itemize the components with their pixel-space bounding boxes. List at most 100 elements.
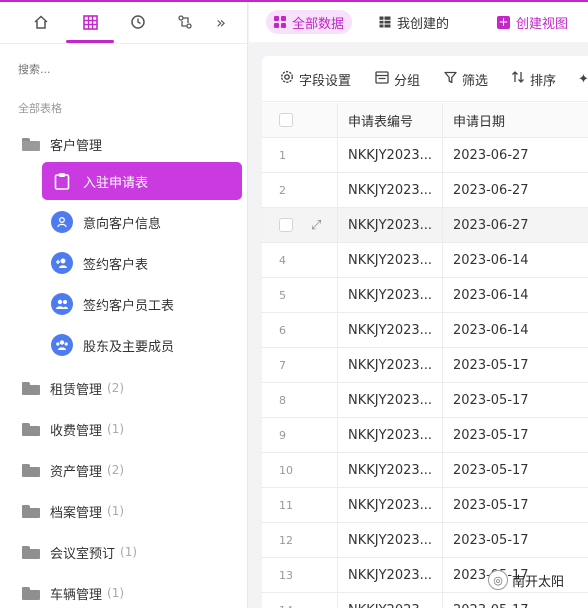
group-leasing-management[interactable]: 租赁管理 (2) xyxy=(22,377,124,399)
apps-grid-icon[interactable] xyxy=(77,10,103,34)
select-all-checkbox[interactable] xyxy=(279,113,293,127)
group-billing-management[interactable]: 收费管理 (1) xyxy=(22,418,124,440)
cell-date[interactable]: 2023-05-17 xyxy=(443,593,588,608)
row-index-cell[interactable]: 6 xyxy=(262,313,338,347)
row-index-cell[interactable]: ⤢ xyxy=(262,208,338,242)
workflow-icon[interactable] xyxy=(172,10,198,34)
table-row[interactable]: 9 NKKJY2023... 2023-05-17 xyxy=(262,418,588,453)
row-index-cell[interactable]: 2 xyxy=(262,173,338,207)
cell-code[interactable]: NKKJY2023... xyxy=(338,313,443,347)
sidebar-item-prospect-info[interactable]: 意向客户信息 xyxy=(42,203,242,241)
column-header-code[interactable]: 申请表编号 xyxy=(338,103,443,137)
more-tool-icon[interactable]: ✦ xyxy=(578,70,588,88)
table-row[interactable]: 2 NKKJY2023... 2023-06-27 xyxy=(262,173,588,208)
group-asset-management[interactable]: 资产管理 (2) xyxy=(22,459,124,481)
cell-code[interactable]: NKKJY2023... xyxy=(338,383,443,417)
row-checkbox[interactable] xyxy=(279,218,293,232)
table-row[interactable]: 14NKKJY2023...2023-05-17 xyxy=(262,593,588,608)
cell-code[interactable]: NKKJY2023... xyxy=(338,523,443,557)
row-index-cell[interactable]: 7 xyxy=(262,348,338,382)
group-customer-management[interactable]: 客户管理 xyxy=(22,133,102,155)
cell-code[interactable]: NKKJY2023... xyxy=(338,593,443,608)
cell-date[interactable]: 2023-05-17 xyxy=(443,488,588,522)
sidebar-item-settlement-application[interactable]: 入驻申请表 xyxy=(42,162,242,200)
search-input[interactable] xyxy=(18,60,218,78)
cell-code[interactable]: NKKJY2023... xyxy=(338,488,443,522)
table-row[interactable]: 5 NKKJY2023... 2023-06-14 xyxy=(262,278,588,313)
table-row[interactable]: 4 NKKJY2023... 2023-06-14 xyxy=(262,243,588,278)
cell-date[interactable]: 2023-06-14 xyxy=(443,243,588,277)
filter-button[interactable]: 筛选 xyxy=(444,70,488,89)
row-index-cell[interactable]: 8 xyxy=(262,383,338,417)
field-settings-button[interactable]: 字段设置 xyxy=(280,70,351,89)
filter-icon xyxy=(444,71,457,88)
cell-code[interactable]: NKKJY2023... xyxy=(338,558,443,592)
sidebar-item-label: 签约客户表 xyxy=(83,257,149,273)
group-count: (2) xyxy=(107,381,125,395)
group-archive-management[interactable]: 档案管理 (1) xyxy=(22,500,124,522)
row-index-cell[interactable]: 1 xyxy=(262,138,338,172)
user-group-icon xyxy=(51,334,73,356)
clock-icon[interactable] xyxy=(125,10,151,34)
table-row[interactable]: 11 NKKJY2023... 2023-05-17 xyxy=(262,488,588,523)
table-row[interactable]: 10 NKKJY2023... 2023-05-17 xyxy=(262,453,588,488)
cell-date[interactable]: 2023-06-27 xyxy=(443,173,588,207)
table-header: 申请表编号 申请日期 xyxy=(262,103,588,138)
cell-date[interactable]: 2023-06-27 xyxy=(443,208,588,242)
cell-code[interactable]: NKKJY2023... xyxy=(338,208,443,242)
collapse-icon[interactable]: » xyxy=(208,10,234,34)
folder-open-icon xyxy=(22,137,40,151)
row-index-cell[interactable]: 10 xyxy=(262,453,338,487)
cell-code[interactable]: NKKJY2023... xyxy=(338,173,443,207)
group-meeting-room-booking[interactable]: 会议室预订 (1) xyxy=(22,541,137,563)
group-label: 会议室预订 xyxy=(50,546,116,562)
cell-date[interactable]: 2023-05-17 xyxy=(443,348,588,382)
column-header-date[interactable]: 申请日期 xyxy=(443,103,588,137)
table-row[interactable]: ⤢ NKKJY2023... 2023-06-27 xyxy=(262,208,588,243)
pin-icon: ✦ xyxy=(578,71,588,87)
tab-all-data[interactable]: 全部数据 xyxy=(266,10,353,34)
cell-code[interactable]: NKKJY2023... xyxy=(338,278,443,312)
cell-date[interactable]: 2023-05-17 xyxy=(443,383,588,417)
create-view-button[interactable]: + 创建视图 xyxy=(489,10,576,34)
cell-date[interactable]: 2023-05-17 xyxy=(443,418,588,452)
home-icon[interactable] xyxy=(28,10,54,34)
sidebar-item-signed-customers[interactable]: 签约客户表 xyxy=(42,244,242,282)
gear-icon xyxy=(280,70,294,88)
table-row[interactable]: 7 NKKJY2023... 2023-05-17 xyxy=(262,348,588,383)
cell-code[interactable]: NKKJY2023... xyxy=(338,453,443,487)
row-index-cell[interactable]: 11 xyxy=(262,488,338,522)
cell-date[interactable]: 2023-05-17 xyxy=(443,523,588,557)
row-index-cell[interactable]: 13 xyxy=(262,558,338,592)
cell-code[interactable]: NKKJY2023... xyxy=(338,243,443,277)
table-row[interactable]: 6 NKKJY2023... 2023-06-14 xyxy=(262,313,588,348)
sidebar-item-shareholders[interactable]: 股东及主要成员 xyxy=(42,326,242,364)
row-index-cell[interactable]: 12 xyxy=(262,523,338,557)
folder-icon xyxy=(22,504,40,518)
row-index-cell[interactable]: 4 xyxy=(262,243,338,277)
group-label: 收费管理 xyxy=(50,423,103,439)
cell-date[interactable]: 2023-06-27 xyxy=(443,138,588,172)
table-row[interactable]: 1 NKKJY2023... 2023-06-27 xyxy=(262,138,588,173)
cell-date[interactable]: 2023-06-14 xyxy=(443,313,588,347)
table-row[interactable]: 8 NKKJY2023... 2023-05-17 xyxy=(262,383,588,418)
sidebar-item-signed-staff[interactable]: 签约客户员工表 xyxy=(42,285,242,323)
group-button[interactable]: 分组 xyxy=(375,70,420,89)
row-index-cell[interactable]: 9 xyxy=(262,418,338,452)
expand-icon[interactable]: ⤢ xyxy=(311,218,321,233)
cell-date[interactable]: 2023-06-14 xyxy=(443,278,588,312)
group-vehicle-management[interactable]: 车辆管理 (1) xyxy=(22,582,124,604)
cell-code[interactable]: NKKJY2023... xyxy=(338,418,443,452)
sidebar: » 全部表格 客户管理 入驻申请表 意向客户信息 签约客户表 签约客户员工表 xyxy=(0,2,248,608)
cell-code[interactable]: NKKJY2023... xyxy=(338,138,443,172)
header-checkbox-cell[interactable] xyxy=(262,103,338,137)
cell-date[interactable]: 2023-05-17 xyxy=(443,453,588,487)
table-row[interactable]: 12 NKKJY2023... 2023-05-17 xyxy=(262,523,588,558)
watermark: ◎ 南开太阳 xyxy=(488,570,564,590)
row-index-cell[interactable]: 14 xyxy=(262,593,338,608)
row-index-cell[interactable]: 5 xyxy=(262,278,338,312)
tab-my-created[interactable]: 我创建的 xyxy=(371,10,457,34)
sort-button[interactable]: 排序 xyxy=(511,70,556,89)
data-table: 申请表编号 申请日期 1 NKKJY2023... 2023-06-27 2 NKKJY… xyxy=(262,103,588,608)
cell-code[interactable]: NKKJY2023... xyxy=(338,348,443,382)
